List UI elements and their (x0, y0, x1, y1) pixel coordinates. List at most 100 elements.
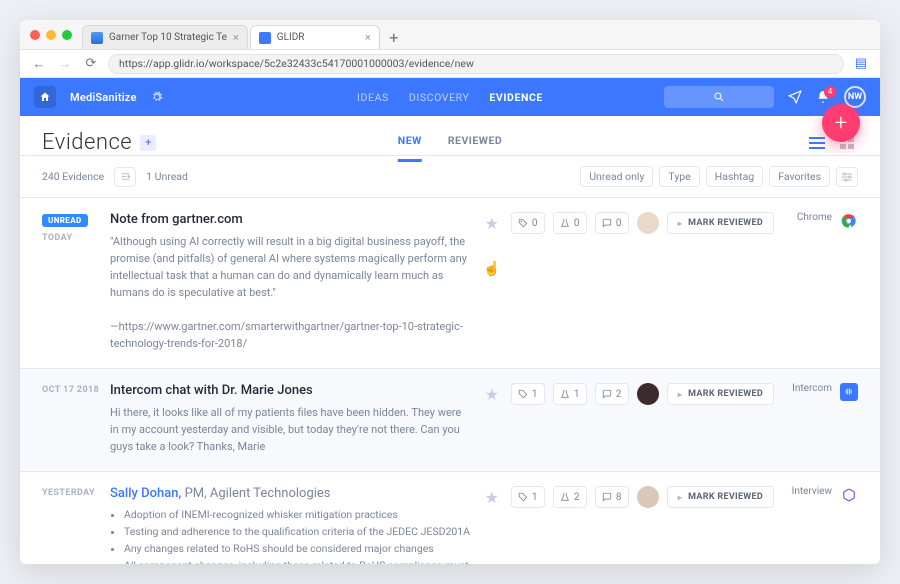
home-icon[interactable] (34, 86, 56, 108)
row-body: Hi there, it looks like all of my patien… (110, 404, 470, 455)
row-actions: ★ 1 1 2 ▸MARK REVIEWED Intercom (481, 383, 858, 455)
metric-experiments[interactable]: 2 (553, 486, 587, 508)
minimize-icon[interactable] (46, 30, 56, 40)
assignee-avatar[interactable] (637, 383, 659, 405)
evidence-row[interactable]: YESTERDAY Sally Dohan, PM, Agilent Techn… (20, 472, 880, 564)
metric-tags[interactable]: 1 (511, 486, 545, 508)
page-header: Evidence + NEW REVIEWED (20, 116, 880, 155)
nav-discovery[interactable]: DISCOVERY (409, 91, 470, 104)
row-content: Intercom chat with Dr. Marie Jones Hi th… (110, 383, 481, 455)
metric-comments[interactable]: 0 (595, 212, 629, 234)
source-label: Intercom (782, 383, 832, 394)
row-content: Note from gartner.com "Although using AI… (110, 212, 481, 352)
evidence-row[interactable]: UNREAD TODAY Note from gartner.com "Alth… (20, 198, 880, 369)
url-input[interactable]: https://app.glidr.io/workspace/5c2e32433… (108, 54, 844, 74)
star-icon[interactable]: ★ (481, 486, 503, 508)
tab-label: Garner Top 10 Strategic Te (109, 32, 227, 43)
source-label: Chrome (782, 212, 832, 223)
assignee-avatar[interactable] (637, 212, 659, 234)
evidence-count: 240 Evidence (42, 170, 104, 183)
new-tab-button[interactable]: + (382, 25, 406, 49)
filter-favorites[interactable]: Favorites (769, 166, 830, 187)
settings-icon[interactable] (836, 167, 858, 187)
evidence-row[interactable]: OCT 17 2018 Intercom chat with Dr. Marie… (20, 369, 880, 472)
metric-experiments[interactable]: 1 (553, 383, 587, 405)
row-date: UNREAD TODAY (42, 212, 110, 352)
notification-count: 4 (824, 86, 836, 98)
url-text: https://app.glidr.io/workspace/5c2e32433… (119, 57, 474, 70)
add-button[interactable]: + (822, 104, 860, 142)
mark-reviewed-button[interactable]: ▸MARK REVIEWED (667, 212, 774, 234)
unread-count: 1 Unread (146, 170, 188, 183)
date-label: YESTERDAY (42, 488, 95, 498)
date-label: TODAY (42, 233, 72, 243)
nav-evidence[interactable]: EVIDENCE (489, 91, 543, 104)
list-item: All component changes, including those r… (124, 558, 471, 564)
metric-tags[interactable]: 0 (511, 212, 545, 234)
close-tab-icon[interactable]: × (365, 31, 371, 44)
nav-ideas[interactable]: IDEAS (357, 91, 389, 104)
unread-badge: UNREAD (42, 214, 88, 227)
mark-reviewed-button[interactable]: ▸MARK REVIEWED (667, 383, 774, 405)
star-icon[interactable]: ★ (481, 383, 503, 405)
close-tab-icon[interactable]: × (233, 31, 239, 44)
chrome-icon (840, 212, 858, 230)
add-evidence-chip[interactable]: + (140, 135, 156, 151)
interview-icon (840, 486, 858, 504)
paper-plane-icon[interactable] (788, 90, 802, 104)
browser-tab-active[interactable]: GLIDR × (250, 25, 380, 49)
metric-experiments[interactable]: 0 (553, 212, 587, 234)
row-content: Sally Dohan, PM, Agilent Technologies Ad… (110, 486, 481, 564)
workspace-name[interactable]: MediSanitize (70, 91, 137, 104)
close-icon[interactable] (30, 30, 40, 40)
metric-comments[interactable]: 2 (595, 383, 629, 405)
metric-comments[interactable]: 8 (595, 486, 629, 508)
primary-nav: IDEAS DISCOVERY EVIDENCE (357, 91, 543, 104)
forward-button[interactable]: → (56, 55, 74, 73)
favicon-icon (91, 32, 103, 44)
row-bullets: Adoption of INEMI-recognized whisker mit… (110, 507, 471, 564)
filter-type[interactable]: Type (659, 166, 699, 187)
row-title: Intercom chat with Dr. Marie Jones (110, 383, 471, 398)
browser-chrome: Garner Top 10 Strategic Te × GLIDR × + (20, 20, 880, 50)
evidence-tabs: NEW REVIEWED (398, 128, 502, 162)
list-view-icon[interactable] (806, 135, 828, 151)
page-title: Evidence (42, 130, 132, 155)
row-body: "Although using AI correctly will result… (110, 233, 470, 352)
metric-tags[interactable]: 1 (511, 383, 545, 405)
date-label: OCT 17 2018 (42, 385, 99, 395)
maximize-icon[interactable] (62, 30, 72, 40)
notifications-button[interactable]: 4 (816, 90, 830, 104)
filter-hashtag[interactable]: Hashtag (706, 166, 763, 187)
search-icon (713, 91, 725, 103)
assignee-avatar[interactable] (637, 486, 659, 508)
address-bar-row: ← → ⟳ https://app.glidr.io/workspace/5c2… (20, 50, 880, 78)
star-icon[interactable]: ★ (481, 212, 503, 234)
filter-unread-only[interactable]: Unread only (580, 166, 653, 187)
page-options-icon[interactable]: ▤ (852, 55, 870, 73)
search-input[interactable] (664, 86, 774, 108)
row-actions: ★ 1 2 8 ▸MARK REVIEWED Interview (481, 486, 858, 564)
row-date: OCT 17 2018 (42, 383, 110, 455)
intercom-icon (840, 383, 858, 401)
browser-tab[interactable]: Garner Top 10 Strategic Te × (82, 25, 248, 49)
list-item: Testing and adherence to the qualificati… (124, 524, 471, 541)
mark-reviewed-button[interactable]: ▸MARK REVIEWED (667, 486, 774, 508)
evidence-list: UNREAD TODAY Note from gartner.com "Alth… (20, 198, 880, 564)
favicon-icon (259, 32, 271, 44)
app-window: Garner Top 10 Strategic Te × GLIDR × + ←… (20, 20, 880, 564)
traffic-lights (20, 30, 82, 40)
row-title: Sally Dohan, PM, Agilent Technologies (110, 486, 471, 501)
back-button[interactable]: ← (30, 55, 48, 73)
tab-label: GLIDR (277, 32, 305, 43)
unread-filter-icon[interactable] (114, 167, 136, 187)
tab-new[interactable]: NEW (398, 128, 422, 162)
row-actions: ★ 0 0 0 ▸MARK REVIEWED Chrome (481, 212, 858, 352)
row-date: YESTERDAY (42, 486, 110, 564)
reload-button[interactable]: ⟳ (82, 55, 100, 73)
source-label: Interview (782, 486, 832, 497)
list-item: Adoption of INEMI-recognized whisker mit… (124, 507, 471, 524)
tab-reviewed[interactable]: REVIEWED (448, 128, 502, 162)
gear-icon[interactable] (151, 91, 163, 103)
row-title: Note from gartner.com (110, 212, 471, 227)
